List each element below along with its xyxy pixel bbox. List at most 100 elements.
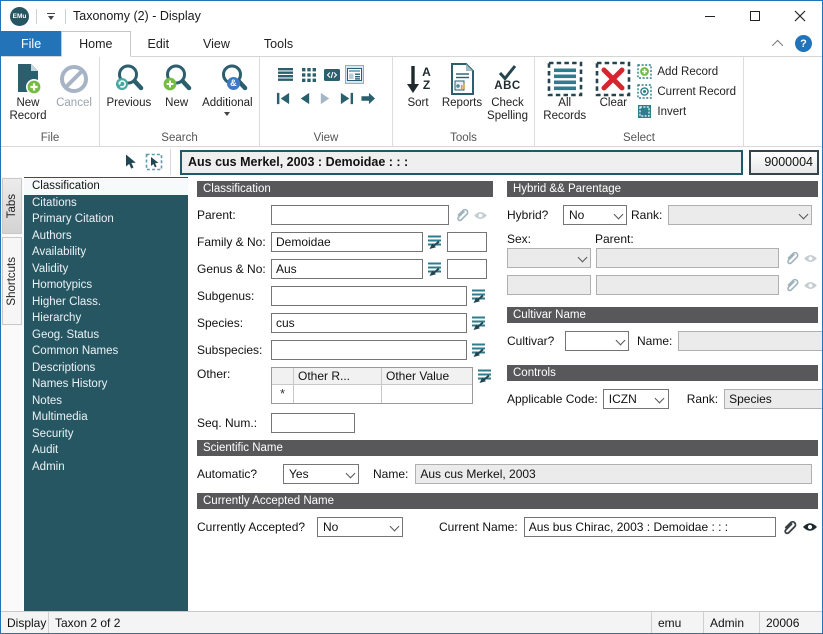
clear-selection-button[interactable]: Clear [591,58,635,110]
other-value-cell[interactable] [382,385,472,403]
code-view-icon[interactable] [322,65,341,84]
reports-button[interactable]: Reports [440,58,484,110]
view-attached-icon [803,253,818,264]
view-attached-icon [473,210,488,221]
check-spelling-button[interactable]: ABC Check Spelling [484,58,531,123]
first-record-icon[interactable] [276,91,291,106]
genus-number-input[interactable] [447,259,487,279]
previous-record-icon[interactable] [297,91,312,106]
applicable-code-combo[interactable]: ICZN [602,389,669,409]
sidebar-item-security[interactable]: Security [24,426,188,443]
all-records-button[interactable]: All Records [538,58,591,123]
field-row-other: Other: Other R... Other Value * [197,367,493,404]
family-number-input[interactable] [447,232,487,252]
tab-tools[interactable]: Tools [247,31,310,56]
species-input[interactable] [271,313,467,333]
emu-logo-icon: EMu [10,6,29,26]
add-record-button[interactable]: Add Record [637,64,736,79]
tab-edit[interactable]: Edit [131,31,187,56]
sidebar-item-hierarchy[interactable]: Hierarchy [24,310,188,327]
sidebar-item-common-names[interactable]: Common Names [24,343,188,360]
subgenus-label: Subgenus: [197,289,255,303]
invert-selection-button[interactable]: Invert [637,104,736,119]
file-group-label: File [40,132,60,144]
tab-file[interactable]: File [1,31,62,56]
search-new-button[interactable]: New [155,58,199,110]
list-view-icon[interactable] [276,65,295,84]
marquee-select-icon[interactable] [145,153,163,171]
sidebar-item-primary-citation[interactable]: Primary Citation [24,211,188,228]
sidebar-item-validity[interactable]: Validity [24,261,188,278]
ampersand-badge-icon: & [226,77,240,90]
status-bar: Display Taxon 2 of 2 emu Admin 20006 [1,611,822,633]
grid-view-icon[interactable] [299,65,318,84]
reports-label: Reports [441,97,483,109]
quick-access-dropdown[interactable] [44,12,58,20]
attach-icon [454,207,470,223]
side-tab-shortcuts[interactable]: Shortcuts [2,237,22,325]
lookup-list-icon[interactable] [476,368,493,384]
sidebar-item-citations[interactable]: Citations [24,195,188,212]
close-button[interactable] [777,1,822,31]
seqnum-input[interactable] [271,413,355,433]
currently-accepted-combo[interactable]: No [317,517,403,537]
lookup-list-icon[interactable] [470,288,487,304]
current-record-button[interactable]: Current Record [637,84,736,99]
sidebar-item-homotypics[interactable]: Homotypics [24,277,188,294]
lookup-list-icon[interactable] [426,234,443,250]
sidebar-item-audit[interactable]: Audit [24,442,188,459]
field-row-parent2 [507,275,818,295]
lookup-list-icon[interactable] [470,342,487,358]
chevron-down-icon [655,394,665,404]
subgenus-input[interactable] [271,286,467,306]
sidebar-item-names-history[interactable]: Names History [24,376,188,393]
side-tab-tabs[interactable]: Tabs [2,178,22,234]
current-record-icon [637,84,653,99]
last-record-icon[interactable] [339,91,354,106]
additional-dropdown-caret-icon [224,111,231,116]
sidebar-item-multimedia[interactable]: Multimedia [24,409,188,426]
sidebar-item-geog-status[interactable]: Geog. Status [24,327,188,344]
sidebar-item-authors[interactable]: Authors [24,228,188,245]
attach-icon[interactable] [781,519,798,536]
currently-accepted-label: Currently Accepted? [197,520,306,534]
help-icon[interactable]: ? [795,35,812,52]
sidebar-item-availability[interactable]: Availability [24,244,188,261]
titlebar-separator [65,8,66,24]
family-input[interactable] [271,232,423,252]
genus-input[interactable] [271,259,423,279]
goto-record-icon[interactable] [360,91,376,106]
parent-label: Parent: [197,208,236,222]
parent-input[interactable] [271,205,449,225]
view-attached-icon[interactable] [802,521,818,533]
sort-button[interactable]: AZ Sort [396,58,440,110]
ribbon: New Record Cancel File Previous New & Ad… [1,57,822,147]
current-name-input[interactable] [523,517,776,537]
other-rank-cell[interactable] [294,385,382,403]
sidebar-item-notes[interactable]: Notes [24,393,188,410]
hybrid-combo[interactable]: No [563,205,627,225]
pointer-cursor-icon[interactable] [123,154,138,170]
sidebar-item-classification[interactable]: Classification [24,178,188,195]
automatic-combo[interactable]: Yes [283,464,359,484]
search-additional-button[interactable]: & Additional [199,58,256,116]
cultivar-combo[interactable] [565,331,629,351]
other-value-column-header: Other Value [382,368,472,385]
collapse-ribbon-icon[interactable] [771,39,784,51]
sidebar-item-admin[interactable]: Admin [24,459,188,476]
minimize-button[interactable] [687,1,732,31]
lookup-list-icon[interactable] [426,261,443,277]
sidebar-item-higher-class[interactable]: Higher Class. [24,294,188,311]
new-record-button[interactable]: New Record [4,58,52,123]
maximize-icon [749,11,760,21]
search-previous-button[interactable]: Previous [103,58,155,110]
maximize-button[interactable] [732,1,777,31]
lookup-list-icon[interactable] [470,315,487,331]
subspecies-input[interactable] [271,340,467,360]
form-view-icon[interactable] [345,65,364,84]
current-record-label: Current Record [657,85,736,98]
tab-home[interactable]: Home [61,31,131,57]
tab-view[interactable]: View [186,31,247,56]
invert-selection-icon [638,105,652,118]
sidebar-item-descriptions[interactable]: Descriptions [24,360,188,377]
